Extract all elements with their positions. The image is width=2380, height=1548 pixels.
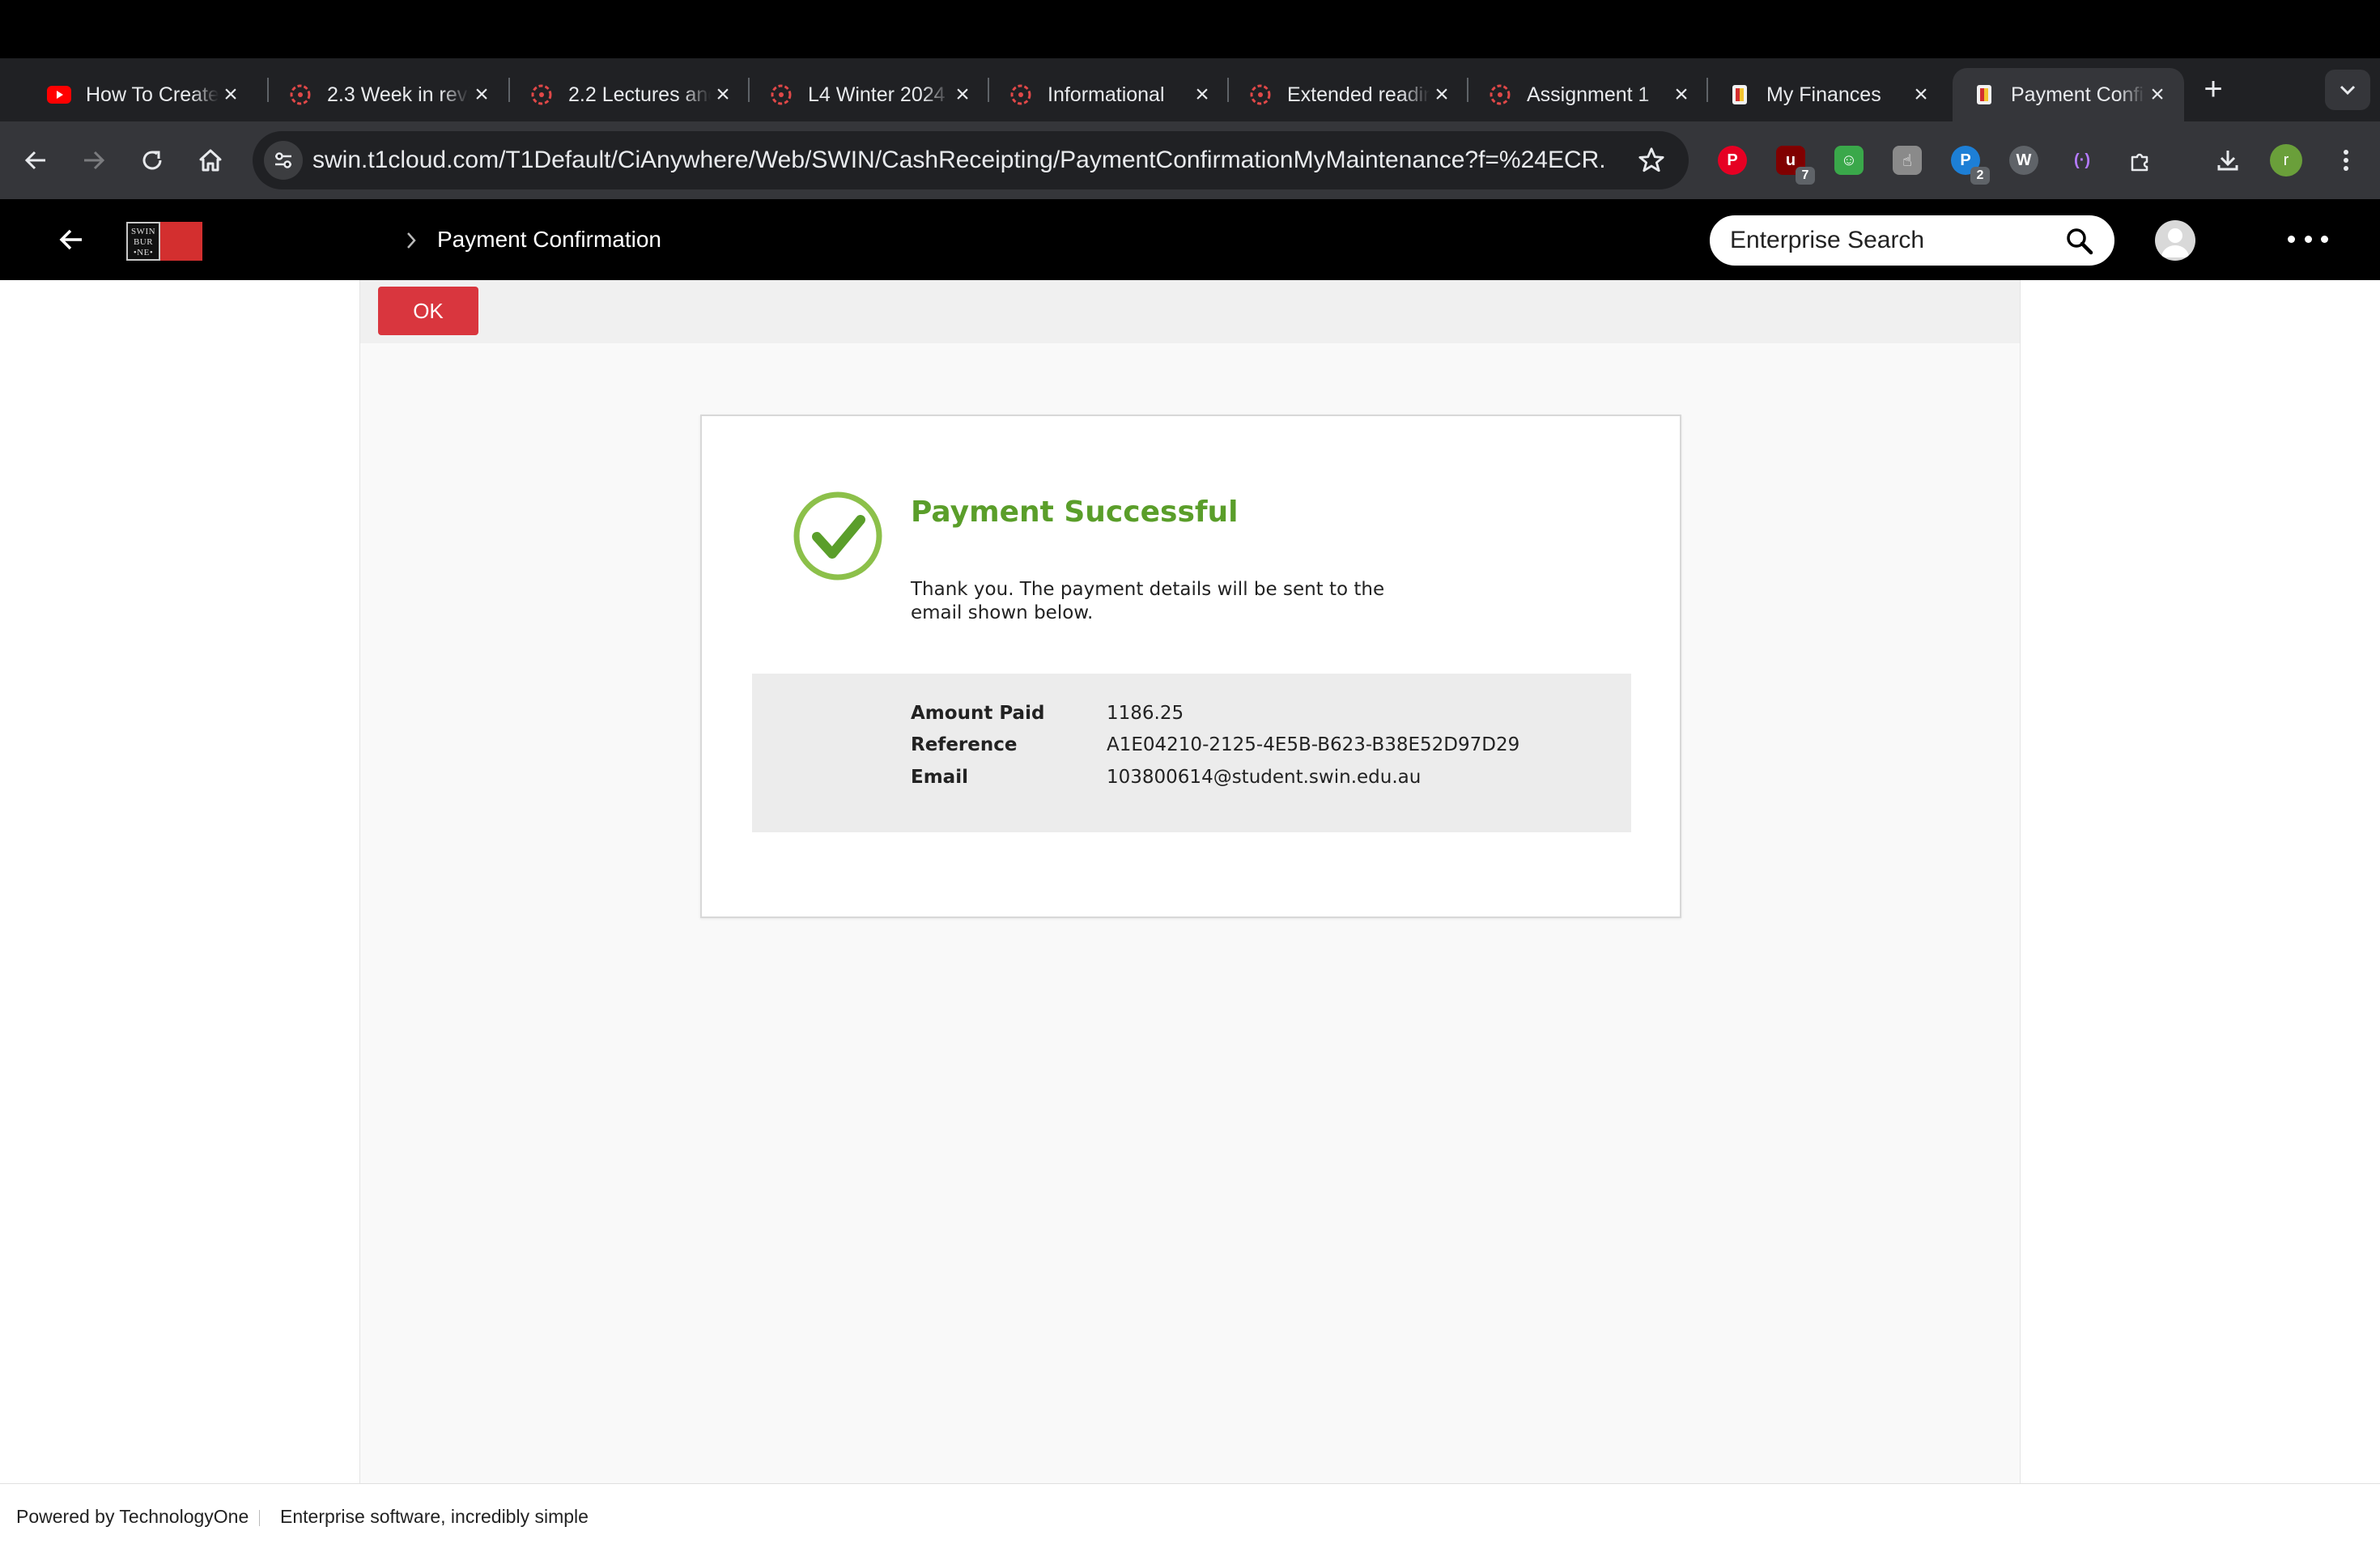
tab-label: 2.3 Week in review	[327, 83, 470, 106]
enterprise-search-input[interactable]: Enterprise Search	[1710, 215, 2114, 266]
bookmark-star-icon[interactable]	[1635, 144, 1668, 176]
page-footer: Powered by TechnologyOne Enterprise soft…	[0, 1483, 2380, 1548]
p-extension-icon[interactable]: P2	[1951, 146, 1990, 185]
action-bar: OK	[360, 280, 2020, 343]
close-icon[interactable]: ×	[950, 81, 975, 108]
success-check-icon	[793, 491, 882, 580]
swinburne-icon	[1728, 83, 1752, 107]
swinburne-logo[interactable]: SWIN BUR •NE•	[126, 222, 202, 261]
payment-confirmation-card: Payment Successful Thank you. The paymen…	[700, 415, 1681, 918]
more-options-icon[interactable]	[2288, 227, 2328, 251]
close-icon[interactable]: ×	[2145, 81, 2170, 108]
close-icon[interactable]: ×	[1430, 81, 1454, 108]
extension-badge: 7	[1796, 167, 1815, 185]
browser-tab[interactable]: Informational ×	[989, 68, 1229, 121]
back-icon[interactable]	[16, 141, 55, 180]
search-placeholder: Enterprise Search	[1730, 227, 1925, 253]
canvas-icon	[288, 83, 312, 107]
browser-tab[interactable]: 2.2 Lectures and ×	[510, 68, 750, 121]
ok-button[interactable]: OK	[378, 287, 478, 335]
back-arrow-icon[interactable]	[52, 220, 91, 259]
tab-label: My Finances	[1766, 83, 1881, 106]
canvas-icon	[769, 83, 793, 107]
tab-search-button[interactable]	[2325, 70, 2370, 110]
tab-label: 2.2 Lectures and	[568, 83, 711, 106]
main-content: OK Payment Successful Thank you. The pay…	[359, 280, 2021, 1483]
tab-label: How To Create	[86, 83, 219, 106]
page-title: Payment Confirmation	[437, 227, 662, 252]
confirmation-message: Thank you. The payment details will be s…	[911, 579, 1385, 623]
tap-extension-icon[interactable]: ☝	[1893, 146, 1922, 175]
detail-label: Reference	[911, 734, 1018, 755]
close-icon[interactable]: ×	[1190, 81, 1214, 108]
search-icon[interactable]	[2065, 227, 2094, 256]
detail-label: Amount Paid	[911, 703, 1045, 724]
close-icon[interactable]: ×	[470, 81, 494, 108]
tab-label: Assignment 1	[1527, 83, 1650, 106]
close-icon[interactable]: ×	[711, 81, 735, 108]
canvas-icon	[529, 83, 554, 107]
address-bar[interactable]: swin.t1cloud.com/T1Default/CiAnywhere/We…	[253, 131, 1689, 189]
tab-label: Extended reading	[1287, 83, 1430, 106]
pinterest-extension-icon[interactable]: P	[1718, 146, 1747, 175]
powered-by-text: Powered by TechnologyOne	[16, 1506, 249, 1527]
close-icon[interactable]: ×	[1909, 81, 1933, 108]
reload-icon[interactable]	[133, 141, 172, 180]
w-extension-icon[interactable]: W	[2009, 146, 2038, 175]
payment-details-panel: Amount Paid 1186.25 Reference A1E04210-2…	[752, 674, 1631, 832]
bracket-extension-icon[interactable]: (·)	[2068, 146, 2097, 175]
canvas-icon	[1009, 83, 1033, 107]
forward-icon[interactable]	[74, 141, 113, 180]
site-settings-icon[interactable]	[264, 141, 303, 180]
detail-value: 1186.25	[1107, 703, 1184, 724]
download-icon[interactable]	[2213, 146, 2242, 175]
canvas-icon	[1488, 83, 1512, 107]
chevron-right-icon	[407, 232, 416, 249]
canvas-icon	[1248, 83, 1273, 107]
footer-divider	[259, 1510, 260, 1526]
detail-row-email: Email 103800614@student.swin.edu.au	[911, 767, 1421, 799]
detail-value: 103800614@student.swin.edu.au	[1107, 767, 1422, 788]
detail-value: A1E04210-2125-4E5B-B623-B38E52D97D29	[1107, 734, 1520, 755]
ublock-extension-icon[interactable]: u7	[1776, 146, 1815, 185]
youtube-icon	[47, 83, 71, 107]
profile-avatar[interactable]: r	[2270, 144, 2302, 176]
swinburne-icon	[1972, 83, 1996, 107]
detail-row-amount: Amount Paid 1186.25	[911, 703, 1184, 735]
chevron-down-icon	[2340, 85, 2356, 96]
os-top-bar	[0, 0, 2380, 58]
home-icon[interactable]	[191, 141, 230, 180]
browser-menu-icon[interactable]	[2331, 146, 2361, 175]
extensions-puzzle-icon[interactable]	[2126, 146, 2155, 175]
game-extension-icon[interactable]: ☺	[1834, 146, 1864, 175]
browser-tab[interactable]: How To Create ×	[28, 68, 257, 121]
payment-status-title: Payment Successful	[911, 495, 1239, 529]
detail-label: Email	[911, 767, 968, 788]
tab-label: Payment Confirmation	[2011, 83, 2145, 106]
logo-wordmark: SWIN BUR •NE•	[126, 222, 160, 261]
browser-tab-strip: How To Create × 2.3 Week in review × 2.2…	[0, 58, 2380, 121]
browser-toolbar: swin.t1cloud.com/T1Default/CiAnywhere/We…	[0, 121, 2380, 199]
browser-tab[interactable]: Assignment 1 ×	[1468, 68, 1708, 121]
footer-tagline: Enterprise software, incredibly simple	[280, 1506, 589, 1527]
url-text[interactable]: swin.t1cloud.com/T1Default/CiAnywhere/We…	[312, 131, 1608, 189]
browser-tab[interactable]: 2.3 Week in review ×	[269, 68, 508, 121]
tab-label: L4 Winter 2024	[808, 83, 946, 106]
tab-label: Informational	[1048, 83, 1165, 106]
user-avatar-icon[interactable]	[2155, 220, 2195, 261]
browser-tab[interactable]: Extended reading ×	[1229, 68, 1468, 121]
detail-row-reference: Reference A1E04210-2125-4E5B-B623-B38E52…	[911, 734, 1519, 767]
logo-red-panel	[160, 222, 202, 261]
extension-badge: 2	[1970, 167, 1990, 185]
close-icon[interactable]: ×	[219, 81, 243, 108]
browser-tab-active[interactable]: Payment Confirmation ×	[1953, 68, 2184, 121]
browser-tab[interactable]: L4 Winter 2024 ×	[750, 68, 989, 121]
browser-tab[interactable]: My Finances ×	[1708, 68, 1948, 121]
close-icon[interactable]: ×	[1669, 81, 1694, 108]
new-tab-icon[interactable]: +	[2195, 73, 2231, 108]
